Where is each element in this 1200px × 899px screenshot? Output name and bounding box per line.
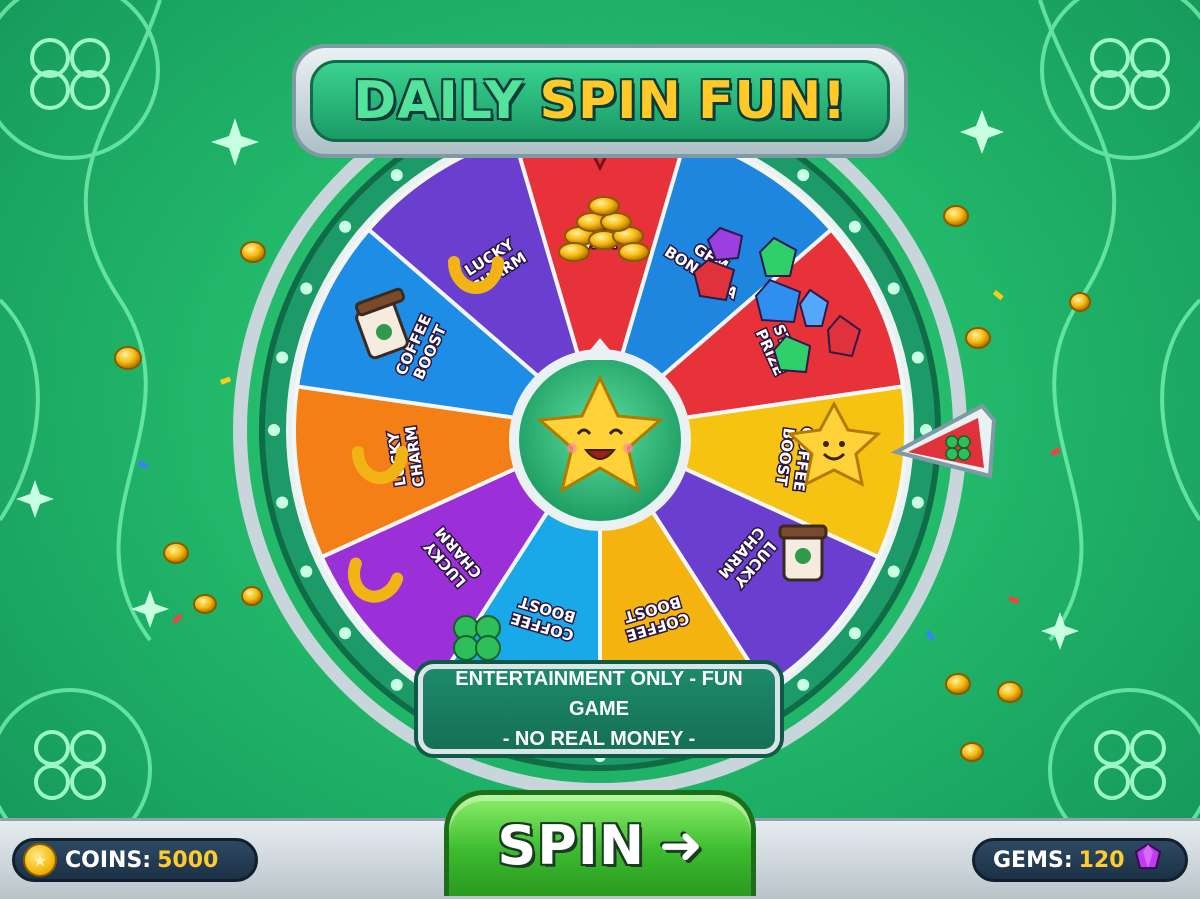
title-banner: DAILY SPIN FUN! [292,44,908,158]
gems-counter: GEMS: 120 [972,838,1188,882]
spin-button[interactable]: SPIN ➜ [444,790,756,896]
rim-light [848,220,861,233]
rim-light [268,424,280,436]
disclaimer-line-2: - NO REAL MONEY - [502,728,696,750]
rim-light [887,565,900,578]
title-word-daily: DAILY [353,71,524,131]
rim-light [300,565,313,578]
arrow-right-icon: ➜ [659,815,703,876]
coin-icon: ★ [23,843,57,877]
coins-label: COINS: [65,847,152,873]
rim-light [911,351,924,364]
rim-light [390,678,403,691]
gems-value: 120 [1078,847,1125,873]
gem-icon [1133,842,1163,878]
coins-value: 5000 [157,847,219,873]
title-inner: DAILY SPIN FUN! [310,60,890,142]
rim-light [797,169,810,182]
title-word-fun: FUN! [697,71,847,131]
rim-light [300,282,313,295]
rim-light [390,169,403,182]
spin-button-label: SPIN [497,814,646,877]
rim-light [339,627,352,640]
rim-light [276,496,289,509]
gems-label: GEMS: [993,847,1073,873]
rim-light [339,220,352,233]
rim-light [911,496,924,509]
coffee-cup-icon [778,524,828,582]
disclaimer-plaque: ENTERTAINMENT ONLY - FUN GAME - NO REAL … [418,664,780,754]
rim-light [276,351,289,364]
rim-light [797,678,810,691]
title-word-spin: SPIN [539,71,682,131]
coins-counter: ★ COINS: 5000 [12,838,258,882]
rim-light [848,627,861,640]
disclaimer-line-1: ENTERTAINMENT ONLY - FUN GAME [455,668,743,720]
rim-light [887,282,900,295]
